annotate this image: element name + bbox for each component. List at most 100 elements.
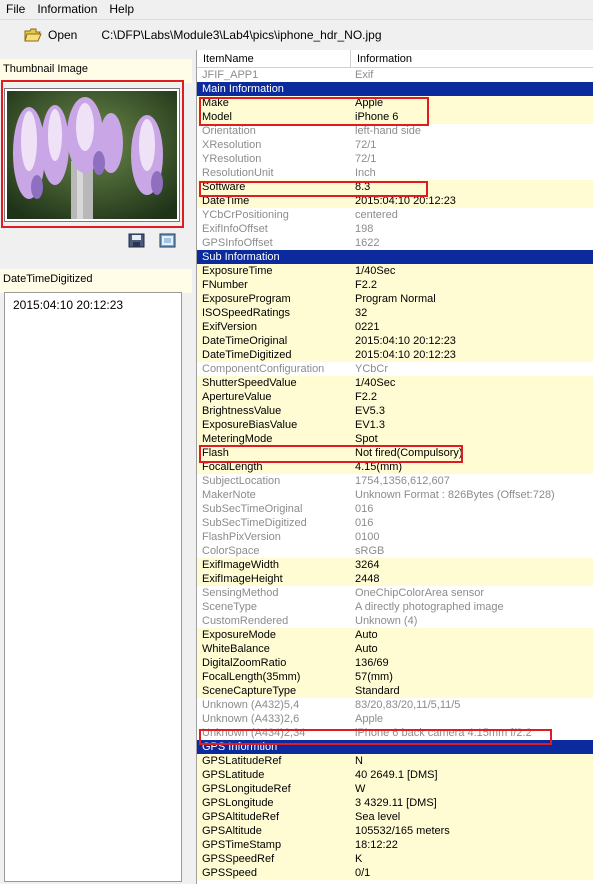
- item-name-cell: Main Information: [202, 83, 284, 95]
- table-row[interactable]: GPSAltitudeRef Sea level: [197, 810, 593, 824]
- table-row[interactable]: FlashPixVersion 0100: [197, 530, 593, 544]
- information-cell: 72/1: [355, 153, 377, 165]
- table-row[interactable]: Orientation left-hand side: [197, 124, 593, 138]
- list-rows: JFIF_APP1 Exif Main Information Make Apple Mo…: [197, 68, 593, 880]
- column-header-itemname[interactable]: ItemName: [197, 50, 351, 68]
- table-row[interactable]: GPSLongitudeRef W: [197, 782, 593, 796]
- table-row[interactable]: GPSTimeStamp 18:12:22: [197, 838, 593, 852]
- table-row[interactable]: WhiteBalance Auto: [197, 642, 593, 656]
- table-row[interactable]: ResolutionUnit Inch: [197, 166, 593, 180]
- information-cell: 2015:04:10 20:12:23: [355, 195, 456, 207]
- table-row[interactable]: Software 8.3: [197, 180, 593, 194]
- information-cell: 32: [355, 307, 368, 319]
- information-cell: 2015:04:10 20:12:23: [355, 349, 456, 361]
- item-name-cell: Orientation: [202, 125, 256, 137]
- table-row[interactable]: ExposureBiasValue EV1.3: [197, 418, 593, 432]
- table-row[interactable]: SubSecTimeOriginal 016: [197, 502, 593, 516]
- table-row[interactable]: FocalLength 4.15(mm): [197, 460, 593, 474]
- table-row[interactable]: SubSecTimeDigitized 016: [197, 516, 593, 530]
- information-cell: EV5.3: [355, 405, 385, 417]
- table-row[interactable]: CustomRendered Unknown (4): [197, 614, 593, 628]
- table-row[interactable]: DateTimeDigitized 2015:04:10 20:12:23: [197, 348, 593, 362]
- table-row[interactable]: ExifImageWidth 3264: [197, 558, 593, 572]
- table-row[interactable]: BrightnessValue EV5.3: [197, 404, 593, 418]
- table-row[interactable]: Model iPhone 6: [197, 110, 593, 124]
- table-row[interactable]: SensingMethod OneChipColorArea sensor: [197, 586, 593, 600]
- table-row[interactable]: JFIF_APP1 Exif: [197, 68, 593, 82]
- table-row[interactable]: Flash Not fired(Compulsory): [197, 446, 593, 460]
- information-cell: Unknown Format : 826Bytes (Offset:728): [355, 489, 555, 501]
- table-row[interactable]: GPSLongitude 3 4329.11 [DMS]: [197, 796, 593, 810]
- thumbnail-actions: [128, 233, 176, 248]
- information-cell: [351, 82, 593, 96]
- item-name-cell: ExposureMode: [202, 629, 276, 641]
- item-name-cell: ApertureValue: [202, 391, 272, 403]
- preview-icon[interactable]: [159, 233, 176, 248]
- information-cell: K: [355, 853, 363, 865]
- column-header-information[interactable]: Information: [351, 50, 593, 68]
- item-name-cell: SubSecTimeDigitized: [202, 517, 307, 529]
- table-row[interactable]: DateTime 2015:04:10 20:12:23: [197, 194, 593, 208]
- information-cell: YCbCr: [355, 363, 389, 375]
- table-row[interactable]: DateTimeOriginal 2015:04:10 20:12:23: [197, 334, 593, 348]
- item-name-cell: ISOSpeedRatings: [202, 307, 291, 319]
- table-row[interactable]: XResolution 72/1: [197, 138, 593, 152]
- table-row[interactable]: ComponentConfiguration YCbCr: [197, 362, 593, 376]
- information-cell: Apple: [355, 713, 384, 725]
- item-name-cell: Make: [202, 97, 229, 109]
- table-row[interactable]: ExposureTime 1/40Sec: [197, 264, 593, 278]
- menu-information[interactable]: Information: [31, 0, 103, 18]
- information-cell: 3 4329.11 [DMS]: [355, 797, 437, 809]
- table-row[interactable]: ColorSpace sRGB: [197, 544, 593, 558]
- table-row[interactable]: ExifInfoOffset 198: [197, 222, 593, 236]
- table-row[interactable]: DigitalZoomRatio 136/69: [197, 656, 593, 670]
- section-header-row[interactable]: Main Information: [197, 82, 593, 96]
- table-row[interactable]: SceneType A directly photographed image: [197, 600, 593, 614]
- item-name-cell: ExposureBiasValue: [202, 419, 298, 431]
- datetime-digitized-box[interactable]: 2015:04:10 20:12:23: [4, 292, 182, 882]
- table-row[interactable]: ExifImageHeight 2448: [197, 572, 593, 586]
- menu-help[interactable]: Help: [103, 0, 140, 18]
- item-name-cell: GPSAltitudeRef: [202, 811, 280, 823]
- table-row[interactable]: SceneCaptureType Standard: [197, 684, 593, 698]
- table-row[interactable]: YResolution 72/1: [197, 152, 593, 166]
- table-row[interactable]: GPSInfoOffset 1622: [197, 236, 593, 250]
- file-path: C:\DFP\Labs\Module3\Lab4\pics\iphone_hdr…: [101, 27, 382, 42]
- open-button[interactable]: Open: [18, 23, 83, 47]
- table-row[interactable]: YCbCrPositioning centered: [197, 208, 593, 222]
- item-name-cell: Unknown (A433)2,6: [202, 713, 300, 725]
- item-name-cell: Flash: [202, 447, 229, 459]
- item-name-cell: FNumber: [202, 279, 248, 291]
- information-cell: 198: [355, 223, 374, 235]
- table-row[interactable]: FocalLength(35mm) 57(mm): [197, 670, 593, 684]
- table-row[interactable]: GPSLatitudeRef N: [197, 754, 593, 768]
- table-row[interactable]: GPSLatitude 40 2649.1 [DMS]: [197, 768, 593, 782]
- table-row[interactable]: Unknown (A433)2,6 Apple: [197, 712, 593, 726]
- table-row[interactable]: ExifVersion 0221: [197, 320, 593, 334]
- table-row[interactable]: ExposureProgram Program Normal: [197, 292, 593, 306]
- table-row[interactable]: GPSSpeedRef K: [197, 852, 593, 866]
- table-row[interactable]: ApertureValue F2.2: [197, 390, 593, 404]
- table-row[interactable]: ShutterSpeedValue 1/40Sec: [197, 376, 593, 390]
- information-cell: 105532/165 meters: [355, 825, 450, 837]
- table-row[interactable]: ExposureMode Auto: [197, 628, 593, 642]
- item-name-cell: ExifVersion: [202, 321, 258, 333]
- table-row[interactable]: Unknown (A432)5,4 83/20,83/20,11/5,11/5: [197, 698, 593, 712]
- save-icon[interactable]: [128, 233, 145, 248]
- table-row[interactable]: Make Apple: [197, 96, 593, 110]
- section-header-row[interactable]: GPS Informtion: [197, 740, 593, 754]
- table-row[interactable]: FNumber F2.2: [197, 278, 593, 292]
- section-header-row[interactable]: Sub Information: [197, 250, 593, 264]
- table-row[interactable]: GPSAltitude 105532/165 meters: [197, 824, 593, 838]
- information-cell: Spot: [355, 433, 378, 445]
- item-name-cell: MakerNote: [202, 489, 256, 501]
- menu-file[interactable]: File: [0, 0, 31, 18]
- table-row[interactable]: MakerNote Unknown Format : 826Bytes (Offs…: [197, 488, 593, 502]
- table-row[interactable]: MeteringMode Spot: [197, 432, 593, 446]
- table-row[interactable]: GPSSpeed 0/1: [197, 866, 593, 880]
- table-row[interactable]: ISOSpeedRatings 32: [197, 306, 593, 320]
- table-row[interactable]: SubjectLocation 1754,1356,612,607: [197, 474, 593, 488]
- information-cell: 1/40Sec: [355, 377, 396, 389]
- table-row[interactable]: Unknown (A434)2,34 iPhone 6 back camera 4…: [197, 726, 593, 740]
- item-name-cell: YCbCrPositioning: [202, 209, 289, 221]
